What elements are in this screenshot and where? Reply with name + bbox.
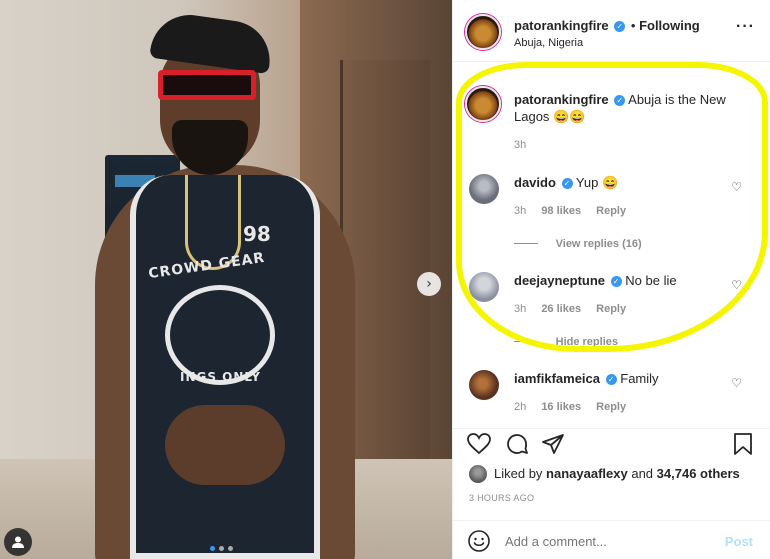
- hide-replies-label: Hide replies: [555, 336, 618, 348]
- caption-time: 3h: [514, 139, 527, 151]
- carousel-dot: [219, 546, 224, 551]
- likes-others[interactable]: 34,746 others: [657, 466, 740, 481]
- likes-conjunction: and: [631, 466, 654, 481]
- comment-username[interactable]: iamfikfameica: [514, 371, 600, 386]
- verified-badge-icon: ✓: [614, 21, 626, 33]
- follow-separator: •: [630, 18, 636, 33]
- liker-avatar[interactable]: [469, 465, 487, 483]
- hands: [165, 405, 285, 485]
- verified-badge-icon: ✓: [605, 374, 617, 386]
- view-replies-label: View replies (16): [555, 238, 642, 250]
- post-location[interactable]: Abuja, Nigeria: [514, 37, 583, 49]
- like-comment-heart-icon[interactable]: ♡: [731, 278, 742, 292]
- comment-text: No be lie: [625, 273, 677, 288]
- comment-avatar[interactable]: [469, 272, 499, 302]
- caption-username[interactable]: patorankingfire: [514, 92, 609, 107]
- likes-prefix: Liked by: [494, 466, 543, 481]
- emoji-smiley-icon[interactable]: [467, 529, 491, 553]
- like-heart-icon[interactable]: [467, 433, 491, 455]
- tagged-users-button[interactable]: [4, 528, 32, 556]
- ellipsis-icon[interactable]: ···: [736, 19, 755, 35]
- like-comment-heart-icon[interactable]: ♡: [731, 376, 742, 390]
- comment-input[interactable]: [505, 530, 715, 552]
- liker-username[interactable]: nanayaaflexy: [546, 466, 628, 481]
- verified-badge-icon: ✓: [561, 178, 573, 190]
- verified-badge-icon: ✓: [610, 276, 622, 288]
- view-replies-button[interactable]: View replies (16): [514, 235, 642, 250]
- comment-likes[interactable]: 98 likes: [541, 205, 581, 217]
- post-timestamp[interactable]: 3 HOURS AGO: [469, 493, 534, 503]
- post-side-panel: patorankingfire ✓ • Following Abuja, Nig…: [452, 0, 770, 559]
- person-icon: [12, 536, 24, 548]
- reply-button[interactable]: Reply: [596, 303, 626, 315]
- jersey-number: 98: [243, 222, 271, 246]
- comment-text: Family: [620, 371, 659, 386]
- jersey-text-bottom: INGS ONLY: [180, 370, 261, 384]
- reply-button[interactable]: Reply: [596, 205, 626, 217]
- comment-time: 2h: [514, 401, 527, 413]
- author-username[interactable]: patorankingfire: [514, 18, 609, 33]
- following-button[interactable]: Following: [639, 18, 700, 33]
- reply-button[interactable]: Reply: [596, 401, 626, 413]
- comment-avatar[interactable]: [469, 174, 499, 204]
- caption-avatar[interactable]: [465, 86, 501, 122]
- comment-username[interactable]: deejayneptune: [514, 273, 605, 288]
- comment-bubble-icon[interactable]: [505, 432, 529, 456]
- comment-bar: Post: [453, 520, 770, 559]
- like-comment-heart-icon[interactable]: ♡: [731, 180, 742, 194]
- post-photo[interactable]: 98 CROWD GEAR INGS ONLY: [0, 0, 452, 559]
- verified-badge-icon: ✓: [614, 95, 626, 107]
- carousel-dots: [210, 546, 233, 551]
- post-actions: [453, 428, 770, 458]
- post-comment-button[interactable]: Post: [725, 534, 753, 549]
- comment-likes[interactable]: 16 likes: [541, 401, 581, 413]
- post-header: patorankingfire ✓ • Following Abuja, Nig…: [453, 0, 770, 62]
- comment-username[interactable]: davido: [514, 175, 556, 190]
- comment-text: Yup 😄: [575, 175, 619, 190]
- replies-line: [514, 243, 538, 245]
- save-bookmark-icon[interactable]: [732, 432, 754, 456]
- share-direct-icon[interactable]: [541, 432, 565, 456]
- comment-time: 3h: [514, 205, 527, 217]
- replies-line: [514, 341, 538, 343]
- carousel-next-icon[interactable]: ›: [417, 272, 441, 296]
- carousel-dot: [228, 546, 233, 551]
- comment-time: 3h: [514, 303, 527, 315]
- likes-summary: Liked by nanayaaflexy and 34,746 others: [494, 466, 740, 481]
- comment-likes[interactable]: 26 likes: [541, 303, 581, 315]
- hide-replies-button[interactable]: Hide replies: [514, 333, 618, 348]
- carousel-dot: [210, 546, 215, 551]
- sunglasses: [158, 70, 256, 100]
- author-avatar[interactable]: [465, 14, 501, 50]
- comment-avatar[interactable]: [469, 370, 499, 400]
